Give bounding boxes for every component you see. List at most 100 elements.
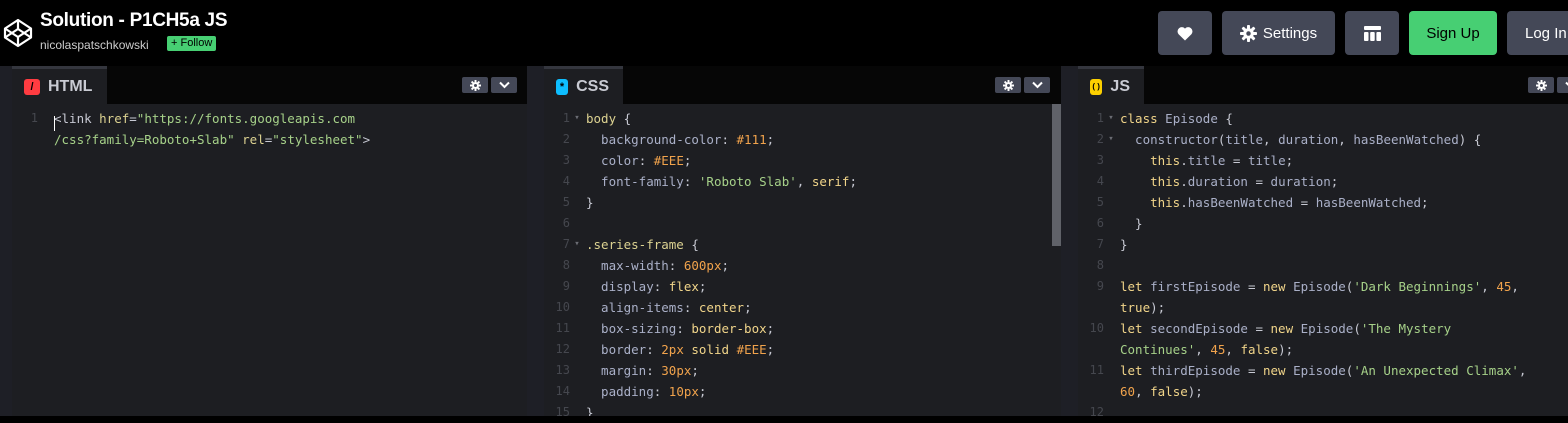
html-editor-pane: / HTML 1 <link href="https://fonts.google… xyxy=(12,66,527,416)
code-line: 12 xyxy=(1078,402,1568,416)
code-text: align-items: center; xyxy=(586,297,752,318)
css-tab-bar: * CSS xyxy=(544,66,1061,104)
code-token: ( xyxy=(1353,321,1361,336)
code-text: true); xyxy=(1120,297,1165,318)
fold-toggle-icon[interactable]: ▾ xyxy=(572,234,582,255)
code-line: 60, false); xyxy=(1078,381,1568,402)
tab-js[interactable]: ( ) JS xyxy=(1078,66,1144,104)
code-token: background-color xyxy=(586,132,722,147)
code-token: : xyxy=(646,363,662,378)
tab-html-label: HTML xyxy=(48,77,93,95)
code-token: ); xyxy=(1187,384,1203,399)
html-collapse-button[interactable] xyxy=(491,77,517,93)
code-token: duration xyxy=(1278,132,1339,147)
html-code-editor[interactable]: 1 <link href="https://fonts.googleapis.co… xyxy=(12,104,527,416)
code-token: ; xyxy=(766,321,775,336)
code-token: : xyxy=(638,153,654,168)
code-token: false xyxy=(1240,342,1279,357)
code-token: 'The Mystery xyxy=(1360,321,1452,336)
code-token: ; xyxy=(698,384,707,399)
code-line: 2 ▾ constructor(title, duration, hasBeenW… xyxy=(1078,129,1568,150)
code-text: font-family: 'Roboto Slab', serif; xyxy=(586,171,857,192)
code-token: let xyxy=(1120,279,1143,294)
css-collapse-button[interactable] xyxy=(1024,77,1050,93)
code-token: { xyxy=(616,111,632,126)
resize-handle-css-js[interactable] xyxy=(1061,66,1078,423)
line-number: 12 xyxy=(555,342,570,356)
code-line: 1 ▾ class Episode { xyxy=(1078,108,1568,129)
code-token: ; xyxy=(721,258,730,273)
settings-button[interactable]: Settings xyxy=(1222,11,1335,55)
code-token: 45 xyxy=(1496,279,1512,294)
line-number: 1 xyxy=(562,111,570,125)
code-token: .series-frame xyxy=(586,237,684,252)
code-token: = xyxy=(1293,195,1316,210)
fold-toggle-icon[interactable]: ▾ xyxy=(1106,108,1116,129)
line-number: 10 xyxy=(1089,321,1104,335)
fold-toggle-icon[interactable]: ▾ xyxy=(1106,129,1116,150)
tab-html[interactable]: / HTML xyxy=(12,66,107,104)
code-token: /css?family=Roboto+Slab" xyxy=(54,132,235,147)
code-token: ); xyxy=(1278,342,1294,357)
code-text: class Episode { xyxy=(1120,108,1233,129)
code-token: ); xyxy=(1150,300,1166,315)
code-token: false xyxy=(1150,384,1188,399)
text-cursor xyxy=(54,116,55,131)
footer-strip xyxy=(0,416,1568,423)
code-token: , xyxy=(1338,132,1354,147)
codepen-logo-icon[interactable] xyxy=(2,17,34,49)
code-token: this xyxy=(1120,174,1181,189)
code-text: color: #EEE; xyxy=(586,150,691,171)
css-code-editor[interactable]: 1 ▾ body {2 background-color: #111; 3 color… xyxy=(544,104,1061,416)
code-token: <link xyxy=(54,111,100,126)
code-line: 12 border: 2px solid #EEE; xyxy=(544,339,1061,360)
code-text: let thirdEpisode = new Episode('An Unexp… xyxy=(1120,360,1526,381)
code-text: constructor(title, duration, hasBeenWatc… xyxy=(1120,129,1481,150)
line-number: 10 xyxy=(555,300,570,314)
login-button[interactable]: Log In xyxy=(1507,11,1568,55)
code-text: let secondEpisode = new Episode('The Mys… xyxy=(1120,318,1451,339)
code-line: 6 } xyxy=(1078,213,1568,234)
code-token: "https://fonts.googleapis.com xyxy=(136,111,356,126)
tab-css[interactable]: * CSS xyxy=(544,66,623,104)
follow-button[interactable]: + Follow xyxy=(167,36,217,51)
line-number: 13 xyxy=(555,363,570,377)
code-token: } xyxy=(1120,237,1128,252)
css-editor-pane: * CSS 1 ▾ body {2 background-color: #111; 3… xyxy=(544,66,1061,416)
change-view-button[interactable] xyxy=(1345,11,1399,55)
css-scrollbar[interactable] xyxy=(1052,104,1061,246)
code-token: : xyxy=(721,132,737,147)
fold-toggle-icon[interactable]: ▾ xyxy=(572,108,582,129)
line-number: 6 xyxy=(562,216,570,230)
code-text: box-sizing: border-box; xyxy=(586,318,774,339)
code-token: this xyxy=(1120,195,1181,210)
code-token: margin xyxy=(586,363,647,378)
code-token: #EEE xyxy=(736,342,767,357)
js-code-editor[interactable]: 1 ▾ class Episode {2 ▾ constructor(title, d… xyxy=(1078,104,1568,416)
code-text: display: flex; xyxy=(586,276,706,297)
code-line: 7 ▾ .series-frame { xyxy=(544,234,1061,255)
signup-button[interactable]: Sign Up xyxy=(1409,11,1497,55)
code-text: /css?family=Roboto+Slab" rel="stylesheet… xyxy=(54,129,370,150)
code-line: 14 padding: 10px; xyxy=(544,381,1061,402)
pen-title[interactable]: Solution - P1CH5a JS xyxy=(40,10,228,32)
heart-button[interactable] xyxy=(1158,11,1212,55)
code-line: Continues', 45, false); xyxy=(1078,339,1568,360)
js-collapse-button[interactable] xyxy=(1557,77,1568,93)
tab-css-label: CSS xyxy=(576,77,609,95)
code-line: 2 background-color: #111; xyxy=(544,129,1061,150)
settings-label: Settings xyxy=(1262,24,1318,42)
css-settings-button[interactable] xyxy=(995,77,1021,93)
resize-handle-html-css[interactable] xyxy=(527,66,544,423)
js-settings-button[interactable] xyxy=(1528,77,1554,93)
html-settings-button[interactable] xyxy=(462,77,488,93)
line-number: 1 xyxy=(30,111,38,125)
left-resize-handle[interactable] xyxy=(0,66,12,423)
code-token: = xyxy=(129,111,137,126)
gear-icon xyxy=(1002,79,1014,91)
author-name[interactable]: nicolaspatschkowski xyxy=(40,38,149,52)
code-token: this xyxy=(1120,153,1181,168)
